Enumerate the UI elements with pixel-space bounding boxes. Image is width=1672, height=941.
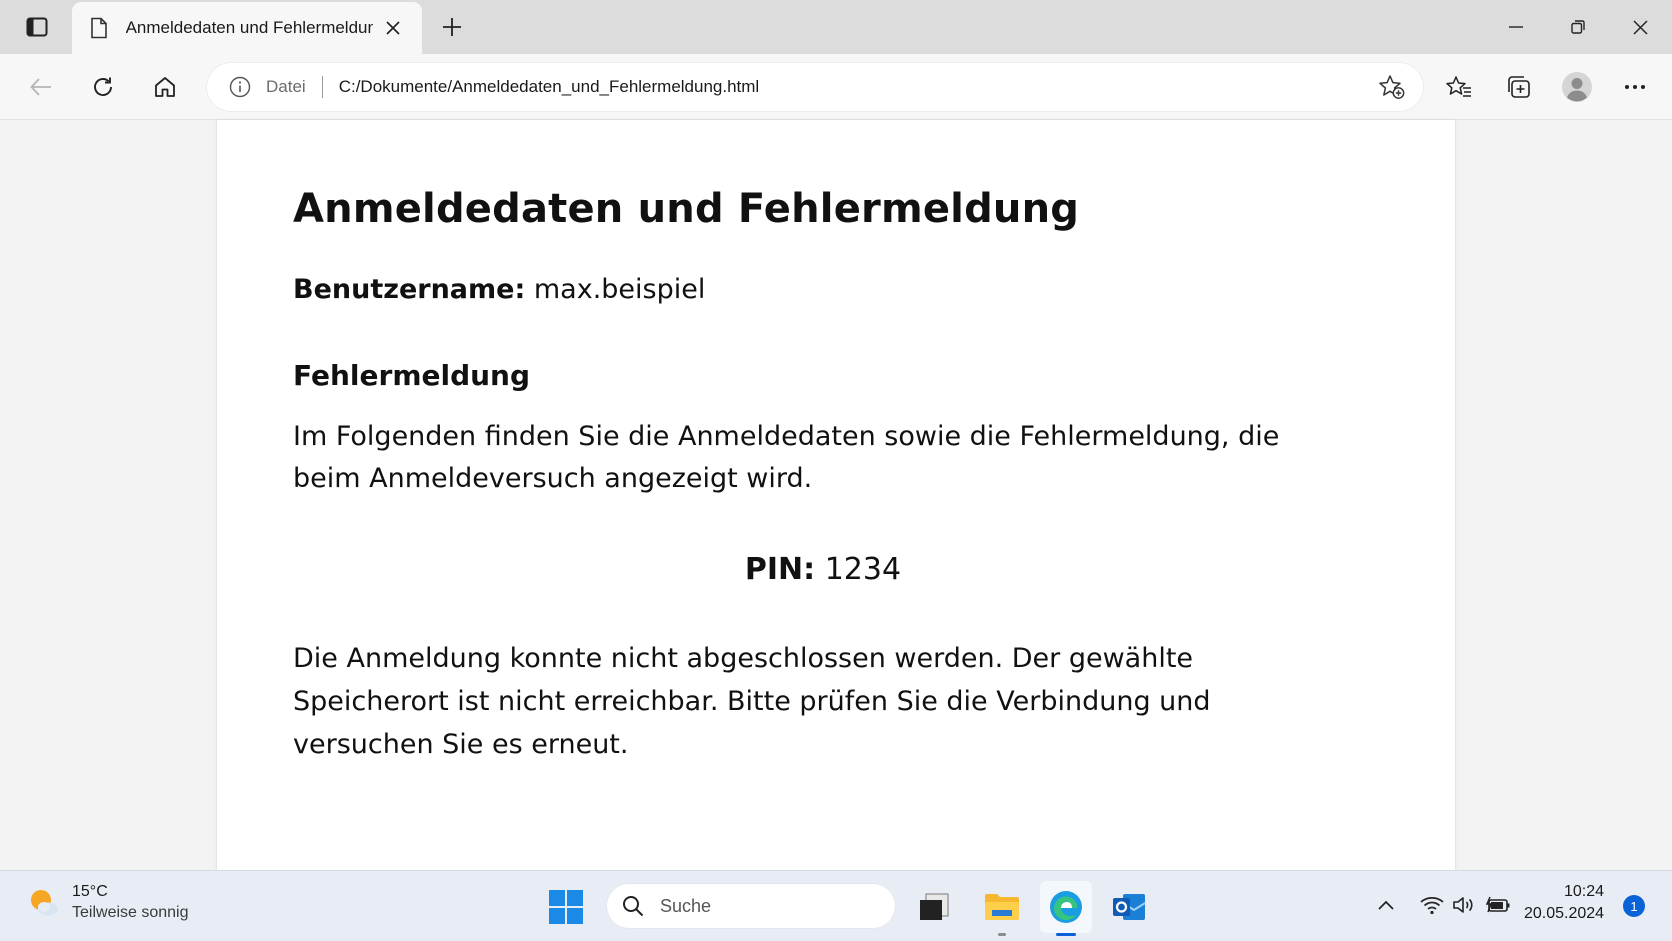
close-icon bbox=[386, 21, 400, 35]
page-title: Anmeldedaten und Fehlermeldung bbox=[293, 186, 1080, 232]
restore-button[interactable] bbox=[1556, 7, 1600, 47]
plus-icon bbox=[443, 18, 461, 36]
close-icon bbox=[1632, 19, 1648, 35]
taskbar-app-file-explorer[interactable] bbox=[976, 881, 1028, 936]
taskbar-clock[interactable]: 10:24 20.05.2024 bbox=[1524, 883, 1604, 923]
new-tab-button[interactable] bbox=[436, 11, 468, 43]
restore-icon bbox=[1571, 20, 1585, 34]
browser-tab-active[interactable]: Anmeldedaten und Fehlermeldung bbox=[72, 2, 422, 54]
url-scheme-label: Datei bbox=[266, 77, 306, 96]
battery-status[interactable] bbox=[1484, 891, 1512, 919]
file-manager-icon bbox=[920, 893, 949, 920]
add-favorite-button[interactable] bbox=[1376, 71, 1408, 103]
wifi-icon bbox=[1420, 897, 1444, 915]
notification-badge[interactable]: 1 bbox=[1623, 895, 1645, 917]
home-button[interactable] bbox=[146, 68, 184, 106]
refresh-icon bbox=[94, 77, 112, 96]
close-window-button[interactable] bbox=[1618, 7, 1662, 47]
minimize-button[interactable] bbox=[1494, 7, 1538, 47]
arrow-left-icon bbox=[30, 78, 51, 96]
collections-button[interactable] bbox=[1500, 68, 1538, 106]
tray-overflow-button[interactable] bbox=[1372, 891, 1400, 919]
clock-date: 20.05.2024 bbox=[1524, 905, 1605, 922]
username-line: Benutzername: max.beispiel bbox=[293, 274, 1353, 305]
browser-viewport: Anmeldedaten und Fehlermeldung Benutzern… bbox=[0, 120, 1672, 870]
app-active-indicator bbox=[1056, 933, 1076, 936]
url-text[interactable]: C:/Dokumente/Anmeldedaten_und_Fehlermeld… bbox=[339, 77, 760, 97]
star-add-icon bbox=[1379, 75, 1405, 99]
taskbar-app-file-manager[interactable] bbox=[908, 881, 960, 933]
tab-title: Anmeldedaten und Fehlermeldung bbox=[125, 18, 373, 37]
battery-charging-icon bbox=[1485, 896, 1510, 913]
volume-status[interactable] bbox=[1450, 891, 1478, 919]
outlook-icon bbox=[1113, 894, 1146, 920]
favorites-icon bbox=[1446, 76, 1471, 97]
reload-button[interactable] bbox=[84, 68, 122, 106]
chevron-up-icon bbox=[1378, 900, 1394, 910]
browser-toolbar: Datei C:/Dokumente/Anmeldedaten_und_Fehl… bbox=[0, 54, 1672, 120]
collections-icon bbox=[1508, 76, 1530, 98]
favorites-button[interactable] bbox=[1440, 68, 1478, 106]
taskbar-app-outlook[interactable] bbox=[1103, 881, 1155, 933]
pin-label: PIN: bbox=[744, 552, 816, 587]
weather-temperature: 15°C bbox=[72, 883, 108, 900]
partly-sunny-icon bbox=[26, 885, 62, 921]
tab-actions-icon bbox=[26, 17, 48, 37]
info-icon[interactable] bbox=[228, 75, 252, 99]
section-heading: Fehlermeldung bbox=[293, 359, 531, 392]
pin-value: 1234 bbox=[824, 552, 902, 587]
wifi-status[interactable] bbox=[1418, 891, 1446, 919]
document-icon bbox=[90, 15, 112, 41]
avatar-icon bbox=[1562, 72, 1592, 102]
weather-condition: Teilweise sonnig bbox=[72, 904, 189, 921]
taskbar: 15°C Teilweise sonnig Suche 10:24 20.05.… bbox=[0, 870, 1672, 941]
speaker-icon bbox=[1453, 897, 1473, 913]
home-icon bbox=[155, 77, 175, 97]
address-bar[interactable]: Datei C:/Dokumente/Anmeldedaten_und_Fehl… bbox=[206, 62, 1424, 112]
pin-line: PIN: 1234 bbox=[293, 552, 1353, 587]
username-label: Benutzername: bbox=[293, 274, 526, 305]
folder-icon bbox=[985, 894, 1019, 920]
page-content: Anmeldedaten und Fehlermeldung Benutzern… bbox=[293, 186, 1353, 766]
tab-actions-button[interactable] bbox=[20, 13, 54, 41]
windows-logo-icon bbox=[549, 890, 583, 924]
browser-titlebar: Anmeldedaten und Fehlermeldung bbox=[0, 0, 1672, 54]
intro-paragraph: Im Folgenden finden Sie die Anmeldedaten… bbox=[293, 421, 1280, 494]
minimize-icon bbox=[1509, 26, 1523, 28]
search-placeholder: Suche bbox=[660, 895, 712, 916]
app-running-indicator bbox=[998, 933, 1006, 936]
address-separator bbox=[321, 76, 323, 98]
profile-button[interactable] bbox=[1558, 68, 1596, 106]
clock-time: 10:24 bbox=[1563, 883, 1604, 900]
edge-icon bbox=[1050, 891, 1082, 923]
back-button[interactable] bbox=[22, 68, 60, 106]
more-icon bbox=[1625, 85, 1645, 89]
start-button[interactable] bbox=[546, 887, 586, 927]
username-value: max.beispiel bbox=[533, 274, 706, 305]
taskbar-app-edge[interactable] bbox=[1040, 881, 1092, 936]
taskbar-search[interactable]: Suche bbox=[606, 883, 896, 929]
document-page: Anmeldedaten und Fehlermeldung Benutzern… bbox=[216, 120, 1456, 870]
close-tab-button[interactable] bbox=[379, 13, 408, 43]
search-icon bbox=[620, 893, 646, 919]
menu-button[interactable] bbox=[1616, 68, 1654, 106]
weather-widget[interactable]: 15°C Teilweise sonnig bbox=[26, 883, 189, 922]
error-message: Die Anmeldung konnte nicht abgeschlossen… bbox=[293, 643, 1211, 760]
